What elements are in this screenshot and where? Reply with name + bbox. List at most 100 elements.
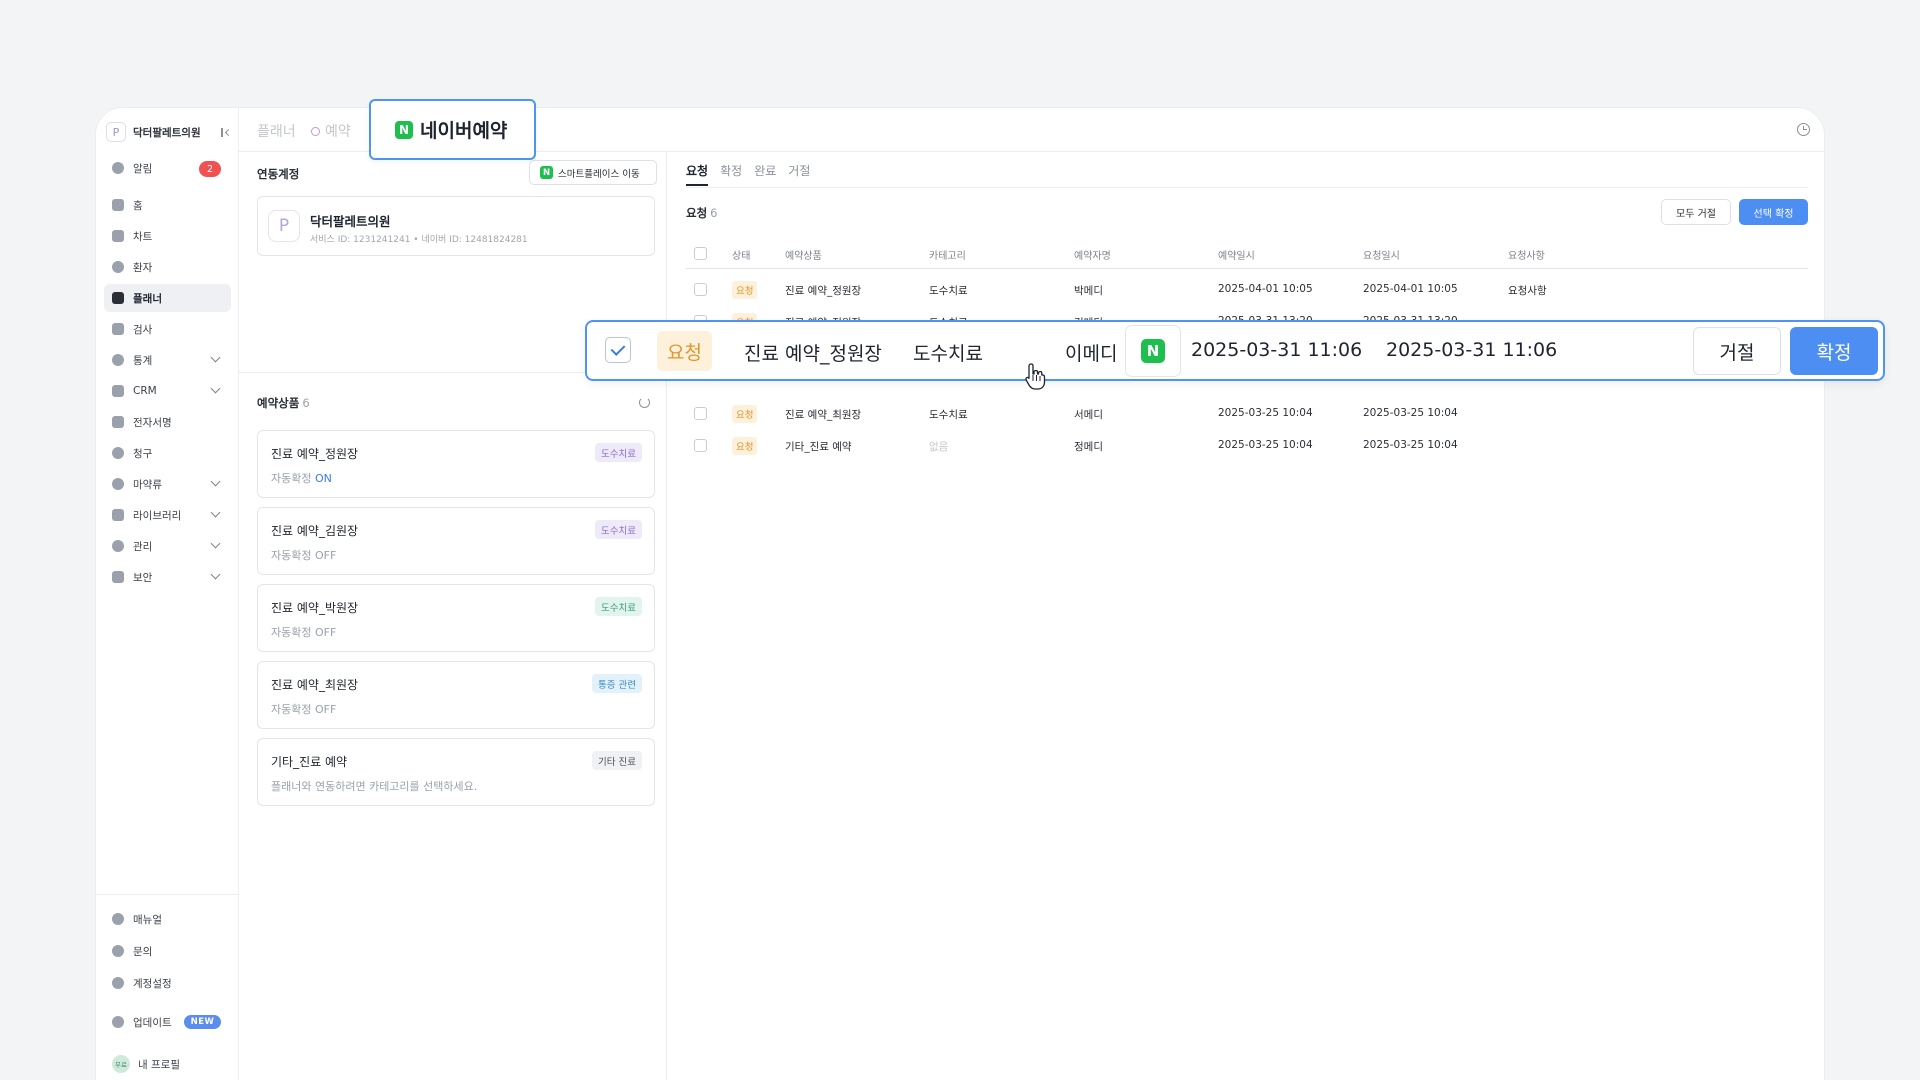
product-card[interactable]: 기타_진료 예약 플래너와 연동하려면 카테고리를 선택하세요. 기타 진료 <box>257 738 655 806</box>
sidebar-item-alert[interactable]: 알림 2 <box>104 154 231 182</box>
tab-completed[interactable]: 완료 <box>754 162 776 186</box>
sidebar-item-label: 마약류 <box>133 478 162 491</box>
chevron-down-icon <box>210 569 221 580</box>
reservation-dot-icon <box>311 126 320 136</box>
row-checkbox-checked[interactable] <box>605 337 631 363</box>
sidebar-item-library[interactable]: 라이브러리 <box>104 501 231 529</box>
sidebar-item-admin[interactable]: 관리 <box>104 532 231 560</box>
new-badge: NEW <box>183 1015 222 1029</box>
column-header: 예약상품 <box>785 251 822 262</box>
book-icon <box>112 509 124 521</box>
sidebar-item-crm[interactable]: CRM <box>104 377 231 405</box>
linked-account-title: 연동계정 <box>257 167 300 181</box>
lock-icon <box>112 571 124 583</box>
cell-product: 진료 예약_최원장 <box>785 409 862 421</box>
tab-request[interactable]: 요청 <box>686 162 709 186</box>
smart-place-button[interactable]: N 스마트플레이스 이동 <box>529 160 657 185</box>
sidebar-item-stats[interactable]: 통계 <box>104 346 231 374</box>
sidebar-item-label: 알림 <box>133 162 153 175</box>
brand[interactable]: P 닥터팔레트의원 <box>106 120 232 144</box>
cell-name: 이메디 <box>1065 343 1118 365</box>
flask-icon <box>112 323 124 335</box>
tab-rejected[interactable]: 거절 <box>788 162 810 186</box>
requests-title: 요청 6 <box>686 205 718 221</box>
reject-all-button[interactable]: 모두 거절 <box>1661 199 1731 225</box>
row-checkbox[interactable] <box>694 407 707 420</box>
cell-reserved: 2025-03-25 10:04 <box>1218 407 1313 419</box>
reject-button[interactable]: 거절 <box>1693 327 1781 375</box>
sidebar-item-narcotics[interactable]: 마약류 <box>104 470 231 498</box>
clock-icon[interactable] <box>1797 123 1810 136</box>
collapse-sidebar-icon[interactable] <box>221 126 232 138</box>
product-card[interactable]: 진료 예약_최원장 자동확정 OFF 통증 관련 <box>257 661 655 729</box>
auto-confirm-label: 자동확정 <box>271 472 315 485</box>
cell-reserved: 2025-04-01 10:05 <box>1218 283 1313 295</box>
hand-cursor-icon <box>1025 363 1046 390</box>
key-icon <box>112 540 124 552</box>
sidebar-item-label: 계정설정 <box>133 977 172 990</box>
row-checkbox[interactable] <box>694 283 707 296</box>
status-badge: 요청 <box>657 331 712 371</box>
gear-icon <box>112 977 124 989</box>
row-checkbox[interactable] <box>694 439 707 452</box>
sidebar-item-patient[interactable]: 환자 <box>104 253 231 281</box>
app-window: P 닥터팔레트의원 알림 2 홈 차트 환자 플래너 검사 통계 CRM 전자서… <box>95 107 1825 1080</box>
sidebar-item-update[interactable]: 업데이트 NEW <box>104 1008 231 1036</box>
column-header: 상태 <box>732 251 751 262</box>
sidebar-item-inquiry[interactable]: 문의 <box>104 937 231 965</box>
sidebar-item-label: 보안 <box>133 571 153 584</box>
sidebar-item-manual[interactable]: 매뉴얼 <box>104 905 231 933</box>
sidebar-item-chart[interactable]: 차트 <box>104 222 231 250</box>
table-row[interactable]: 요청 진료 예약_정원장 도수치료 박메디 2025-04-01 10:05 2… <box>686 274 1808 306</box>
question-icon <box>112 945 124 957</box>
sidebar-item-esign[interactable]: 전자서명 <box>104 408 231 436</box>
cell-category: 도수치료 <box>929 285 968 297</box>
tab-confirmed[interactable]: 확정 <box>720 162 742 186</box>
sidebar-item-security[interactable]: 보안 <box>104 563 231 591</box>
requests-title-label: 요청 <box>686 206 708 220</box>
sidebar-item-profile[interactable]: 무료 내 프로필 <box>104 1050 231 1078</box>
breadcrumb-planner[interactable]: 플래너 <box>257 121 296 141</box>
avatar: 무료 <box>112 1055 130 1073</box>
table-row[interactable]: 요청 진료 예약_최원장 도수치료 서메디 2025-03-25 10:04 2… <box>686 398 1808 430</box>
cell-requested: 2025-03-31 11:06 <box>1386 339 1558 361</box>
naver-reservation-tab[interactable]: N 네이버예약 <box>369 99 536 160</box>
sidebar-item-label: 라이브러리 <box>133 509 182 522</box>
sidebar-item-planner[interactable]: 플래너 <box>104 284 231 312</box>
product-card[interactable]: 진료 예약_박원장 자동확정 OFF 도수치료 <box>257 584 655 652</box>
sidebar-item-label: 환자 <box>133 261 153 274</box>
smart-place-label: 스마트플레이스 이동 <box>558 168 640 180</box>
bell-icon <box>112 1016 124 1028</box>
products-title: 예약상품 6 <box>257 395 310 411</box>
confirm-selected-button[interactable]: 선택 확정 <box>1739 199 1808 225</box>
chevron-down-icon <box>210 383 221 394</box>
column-header: 예약자명 <box>1074 251 1111 262</box>
cell-name: 정메디 <box>1074 441 1103 453</box>
product-card[interactable]: 진료 예약_김원장 자동확정 OFF 도수치료 <box>257 507 655 575</box>
auto-confirm-state: OFF <box>314 626 337 639</box>
breadcrumb-reservation[interactable]: 예약 <box>311 121 351 141</box>
cell-reserved: 2025-03-25 10:04 <box>1218 439 1313 451</box>
product-card[interactable]: 진료 예약_정원장 자동확정 ON 도수치료 <box>257 430 655 498</box>
sidebar-item-settings[interactable]: 계정설정 <box>104 969 231 997</box>
brand-name: 닥터팔레트의원 <box>133 126 201 139</box>
sidebar-item-billing[interactable]: 청구 <box>104 439 231 467</box>
calendar-icon <box>112 292 124 304</box>
category-tag: 도수치료 <box>595 597 642 616</box>
naver-logo-icon: N <box>395 120 413 139</box>
cell-product: 진료 예약_정원장 <box>744 343 882 365</box>
refresh-icon[interactable] <box>639 397 650 408</box>
table-row[interactable]: 요청 기타_진료 예약 없음 정메디 2025-03-25 10:04 2025… <box>686 430 1808 462</box>
highlighted-request-row[interactable]: 요청 진료 예약_정원장 도수치료 이메디 N 2025-03-31 11:06… <box>585 320 1885 381</box>
sidebar-item-label: 플래너 <box>133 292 162 305</box>
confirm-button[interactable]: 확정 <box>1790 327 1878 375</box>
cell-category: 도수치료 <box>913 343 983 365</box>
sidebar-item-label: 홈 <box>133 199 143 212</box>
chevron-down-icon <box>210 352 221 363</box>
product-hint: 플래너와 연동하려면 카테고리를 선택하세요. <box>271 780 478 793</box>
sidebar-item-home[interactable]: 홈 <box>104 191 231 219</box>
sidebar-item-test[interactable]: 검사 <box>104 315 231 343</box>
select-all-checkbox[interactable] <box>694 247 707 260</box>
table-header: 상태 예약상품 카테고리 예약자명 예약일시 요청일시 요청사항 <box>686 239 1808 269</box>
auto-confirm-state: OFF <box>314 703 337 716</box>
